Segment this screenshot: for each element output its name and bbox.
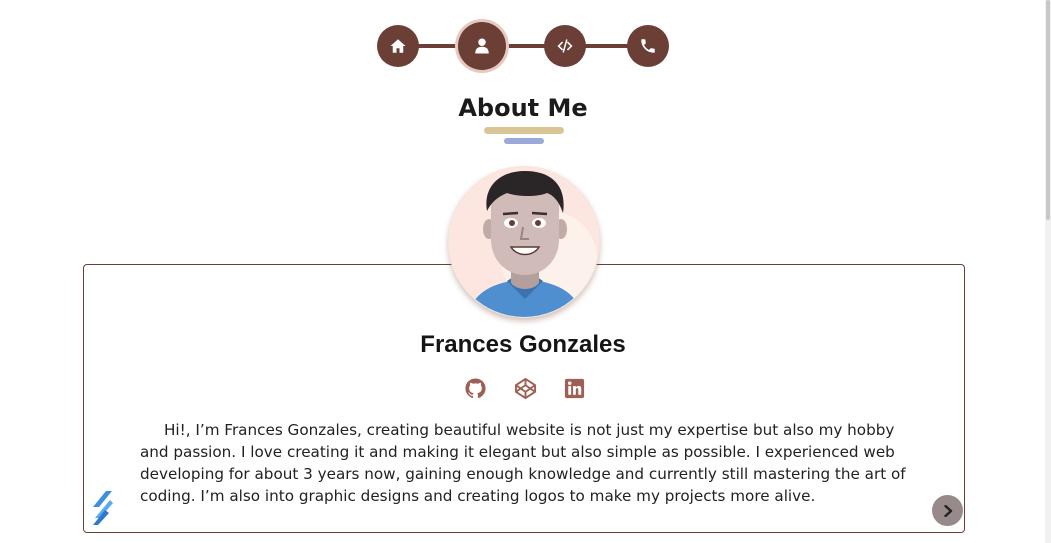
step-navigation <box>377 22 670 70</box>
brand-logo[interactable] <box>89 490 114 526</box>
codepen-link[interactable] <box>514 377 537 400</box>
social-links <box>464 377 586 401</box>
github-link[interactable] <box>464 377 487 400</box>
title-underline-blue <box>504 138 544 144</box>
chevron-right-icon <box>943 504 952 517</box>
step-about-button[interactable] <box>458 22 506 70</box>
codepen-icon <box>514 377 536 400</box>
brand-logo-icon <box>93 491 113 525</box>
code-icon <box>557 39 573 53</box>
scrollbar-thumb[interactable] <box>1046 0 1050 220</box>
section-title: About Me <box>458 94 588 122</box>
step-connector-line <box>397 44 647 48</box>
step-contact-button[interactable] <box>627 25 669 67</box>
user-icon <box>475 38 489 54</box>
profile-avatar <box>448 166 600 318</box>
step-home-button[interactable] <box>377 25 419 67</box>
avatar-illustration <box>449 167 599 317</box>
linkedin-link[interactable] <box>563 377 586 400</box>
step-projects-button[interactable] <box>544 25 586 67</box>
profile-name: Frances Gonzales <box>420 331 626 358</box>
linkedin-icon <box>564 378 585 399</box>
profile-bio: Hi!, I’m Frances Gonzales, creating beau… <box>140 421 906 505</box>
title-underline-gold <box>484 127 564 134</box>
next-section-button[interactable] <box>932 495 963 526</box>
github-icon <box>465 378 486 399</box>
home-icon <box>390 39 406 53</box>
phone-icon <box>641 39 655 53</box>
page-scrollbar[interactable] <box>1045 0 1051 543</box>
